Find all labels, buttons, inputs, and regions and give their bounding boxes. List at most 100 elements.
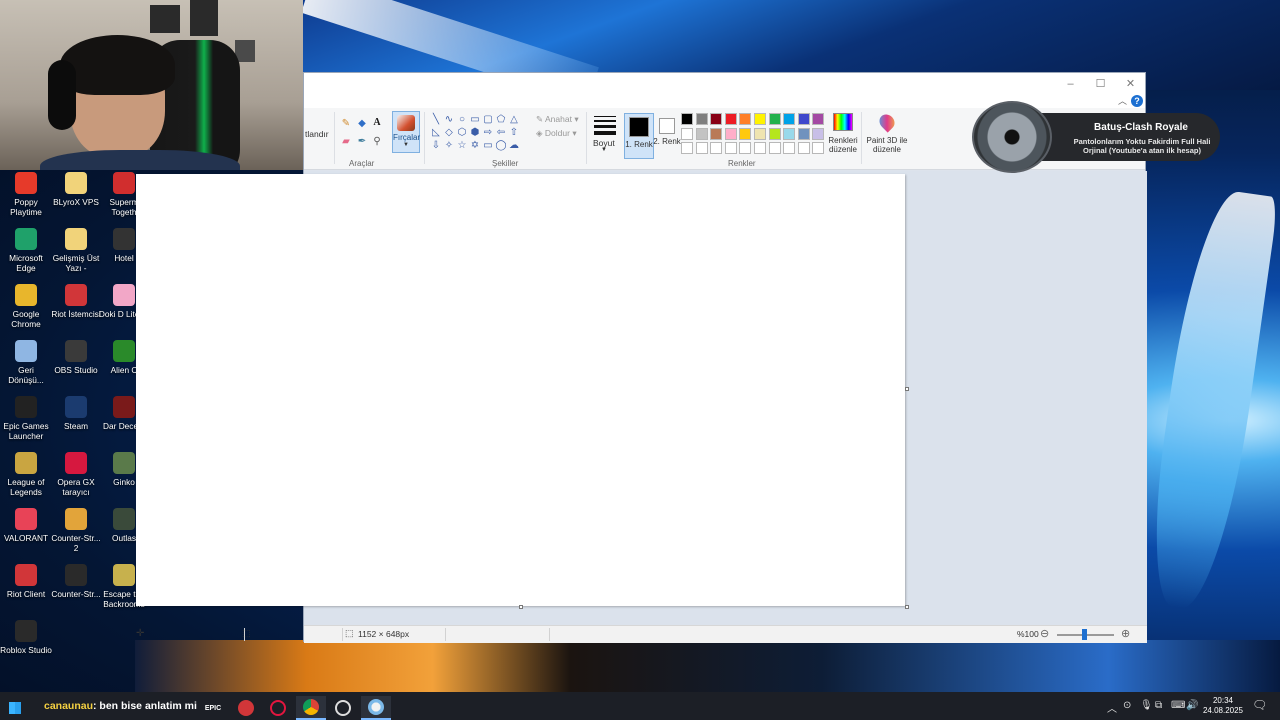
color-swatch[interactable] (783, 113, 796, 125)
color-swatch[interactable] (783, 142, 796, 154)
shape-icon[interactable]: ⇧ (508, 127, 520, 139)
shape-icon[interactable]: ✡ (469, 140, 481, 152)
shape-icon[interactable]: ◺ (430, 127, 442, 139)
color-swatch[interactable] (681, 127, 693, 140)
color-swatch[interactable] (695, 127, 708, 140)
taskbar-epic-games[interactable]: EPIC (198, 696, 228, 720)
collapse-ribbon-icon[interactable]: ︿ (1118, 94, 1127, 107)
color-swatch[interactable] (812, 142, 825, 154)
network-icon[interactable]: ⌨ (1171, 700, 1185, 711)
zoom-out-button[interactable]: ⊖ (1040, 627, 1049, 640)
desktop-icon[interactable]: Counter-Str... (50, 564, 102, 599)
magnifier-icon[interactable]: ⚲ (371, 136, 383, 148)
shape-icon[interactable]: ✧ (443, 140, 455, 152)
taskbar-chrome[interactable] (296, 696, 326, 720)
desktop-icon[interactable]: Riot Client (0, 564, 52, 599)
shape-icon[interactable]: ◯ (495, 140, 507, 152)
desktop-icon[interactable]: Opera GX tarayıcı (50, 452, 102, 497)
resize-handle-right[interactable] (905, 387, 909, 391)
shape-icon[interactable]: ◇ (443, 127, 455, 139)
desktop-icon[interactable]: Counter-Str... 2 (50, 508, 102, 553)
color-swatch[interactable] (797, 142, 810, 154)
shape-icon[interactable]: ○ (456, 114, 468, 126)
text-tool-icon[interactable]: A (371, 117, 383, 129)
shape-icon[interactable]: ⬢ (469, 127, 481, 139)
color-swatch[interactable] (695, 142, 708, 154)
shape-icon[interactable]: ☁ (508, 140, 520, 152)
zoom-slider-thumb[interactable] (1082, 629, 1087, 640)
show-hidden-icons[interactable]: ︿ (1107, 700, 1117, 715)
shape-icon[interactable]: ☆ (456, 140, 468, 152)
help-icon[interactable]: ? (1131, 95, 1143, 107)
close-button[interactable]: ✕ (1115, 73, 1146, 95)
color-swatch[interactable] (710, 113, 723, 125)
color-swatch[interactable] (768, 142, 781, 154)
shape-icon[interactable]: ⇦ (495, 127, 507, 139)
tray-app-icon[interactable]: ⊙ (1123, 700, 1131, 711)
color-swatch[interactable] (768, 113, 781, 125)
shape-icon[interactable]: ∿ (443, 114, 455, 126)
color-swatch[interactable] (768, 127, 781, 140)
fill-button[interactable]: ◈ Doldur ▾ (536, 128, 577, 139)
start-button[interactable] (0, 696, 30, 720)
shape-icon[interactable]: ▭ (482, 140, 494, 152)
brushes-button[interactable]: Fırçalar ▼ (392, 111, 420, 153)
shape-icon[interactable]: ╲ (430, 114, 442, 126)
resize-handle-bottom[interactable] (519, 605, 523, 609)
color-swatch[interactable] (739, 113, 752, 125)
display-icon[interactable]: ⧉ (1155, 700, 1162, 711)
maximize-button[interactable]: ☐ (1085, 73, 1116, 95)
color-picker-icon[interactable]: ✒ (356, 136, 368, 148)
color-swatch[interactable] (797, 127, 810, 140)
color-swatch[interactable] (724, 127, 737, 140)
shape-icon[interactable]: ▢ (482, 114, 494, 126)
taskbar-opera-gx[interactable] (263, 696, 293, 720)
color-swatch[interactable] (710, 142, 723, 154)
color-swatch[interactable] (797, 113, 810, 125)
desktop-icon[interactable]: Google Chrome (0, 284, 52, 329)
color-swatch[interactable] (754, 127, 766, 140)
color-swatch[interactable] (812, 113, 825, 125)
color2-button[interactable]: 2. Renk (652, 113, 682, 159)
desktop-icon[interactable]: Gelişmiş Üst Yazı - (50, 228, 102, 273)
shape-icon[interactable]: ⇨ (482, 127, 494, 139)
desktop-icon[interactable]: BLyroX VPS (50, 172, 102, 207)
color-swatch[interactable] (783, 127, 796, 140)
desktop-icon[interactable]: Poppy Playtime (0, 172, 52, 217)
color-swatch[interactable] (681, 142, 693, 154)
notification-icon[interactable]: 🗨 (1252, 698, 1267, 712)
fill-bucket-icon[interactable]: ◆ (356, 118, 368, 130)
taskbar-obs[interactable] (328, 696, 358, 720)
color-swatch[interactable] (695, 113, 708, 125)
outline-button[interactable]: ✎ Anahat ▾ (536, 114, 579, 125)
drawing-canvas[interactable] (136, 174, 905, 606)
pencil-icon[interactable]: ✎ (340, 118, 352, 130)
desktop-icon[interactable]: Geri Dönüşü... (0, 340, 52, 385)
color-swatch[interactable] (739, 142, 752, 154)
desktop-icon[interactable]: League of Legends (0, 452, 52, 497)
color1-button[interactable]: 1. Renk (624, 113, 654, 159)
desktop-icon[interactable]: Roblox Studio (0, 620, 52, 655)
volume-icon[interactable]: 🔊 (1186, 700, 1198, 711)
shape-icon[interactable]: ⇩ (430, 140, 442, 152)
desktop-icon[interactable]: Riot İstemcisi (50, 284, 102, 319)
eraser-icon[interactable]: ▰ (340, 136, 352, 148)
color-swatch[interactable] (724, 113, 737, 125)
microphone-icon[interactable]: 🎙 (1140, 700, 1153, 711)
color-swatch[interactable] (724, 142, 737, 154)
taskbar-riot-client[interactable] (231, 696, 261, 720)
shape-icon[interactable]: ⬡ (456, 127, 468, 139)
color-swatch[interactable] (710, 127, 723, 140)
desktop-icon[interactable]: OBS Studio (50, 340, 102, 375)
taskbar-paint[interactable] (361, 696, 391, 720)
system-clock[interactable]: 20:34 24.08.2025 (1200, 696, 1246, 716)
color-swatch[interactable] (681, 113, 693, 125)
color-swatch[interactable] (739, 127, 752, 140)
zoom-in-button[interactable]: ⊕ (1121, 627, 1130, 640)
desktop-icon[interactable]: Steam (50, 396, 102, 431)
shape-icon[interactable]: ▭ (469, 114, 481, 126)
shape-icon[interactable]: ⬠ (495, 114, 507, 126)
desktop-icon[interactable]: VALORANT (0, 508, 52, 543)
color-swatch[interactable] (754, 113, 766, 125)
color-swatch[interactable] (754, 142, 766, 154)
